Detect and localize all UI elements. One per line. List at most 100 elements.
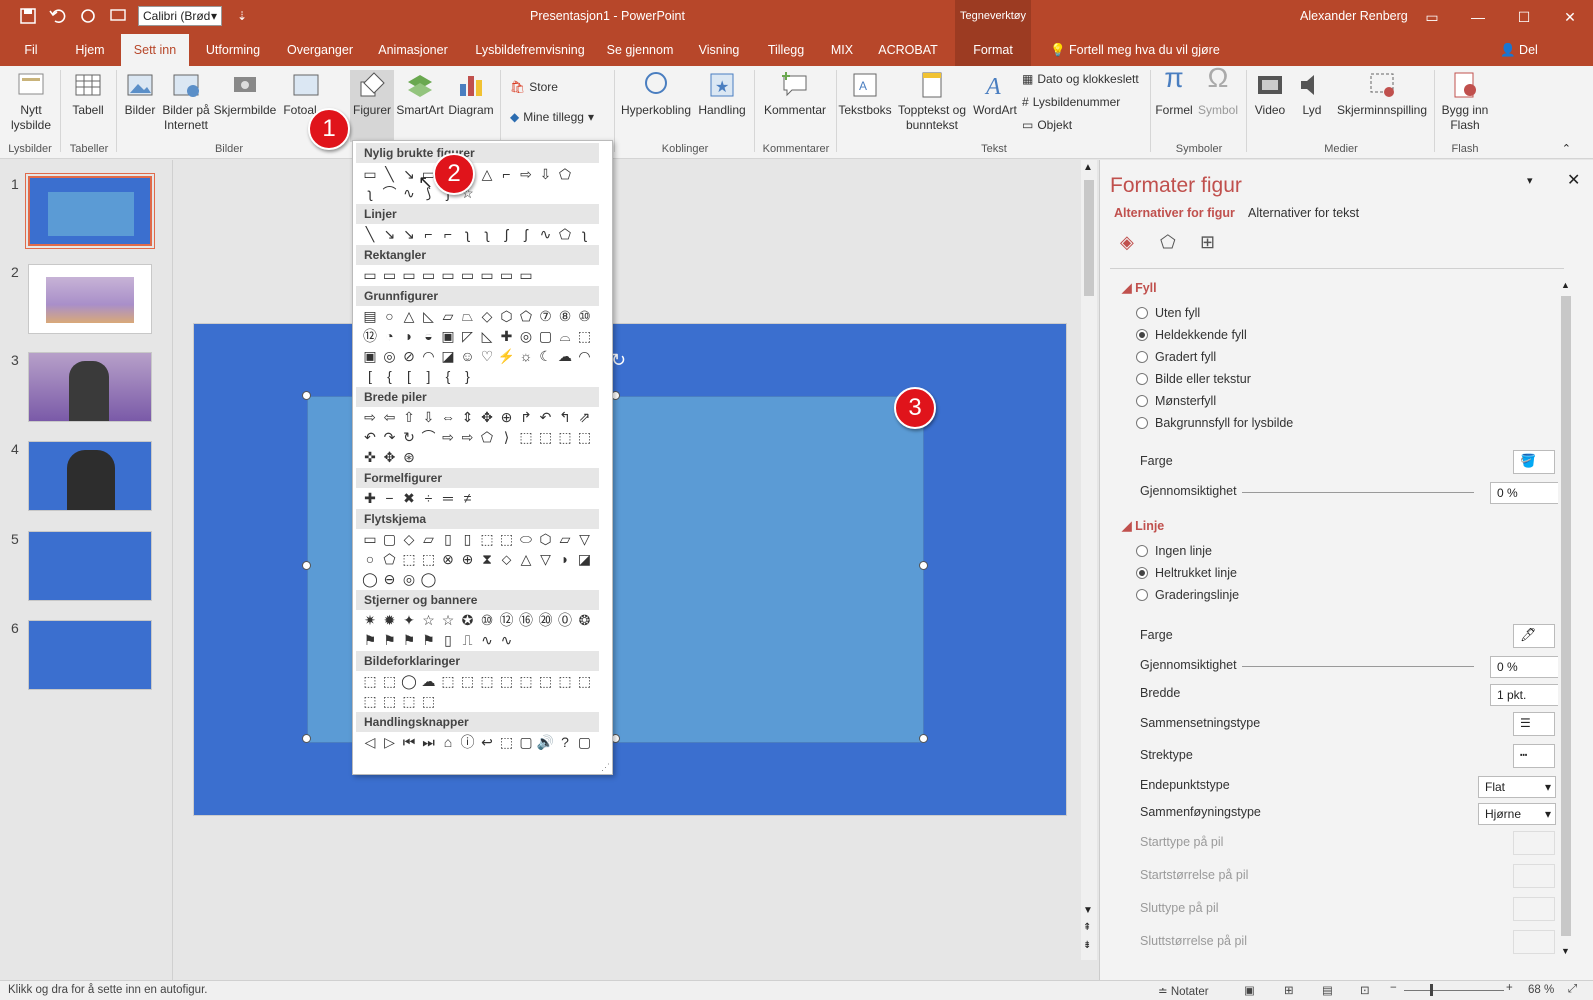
shape-gallery-item[interactable]: ❂ [576, 611, 594, 629]
screen-recording-button[interactable]: Skjerminnspilling [1334, 70, 1430, 118]
shape-gallery-item[interactable]: ⬚ [478, 672, 496, 690]
close-pane-icon[interactable]: ✕ [1567, 170, 1580, 190]
shape-gallery-item[interactable]: ⬚ [556, 428, 574, 446]
smartart-button[interactable]: SmartArt [394, 70, 446, 118]
shape-gallery-item[interactable]: ▢ [517, 733, 535, 751]
radio-gradient-line[interactable]: Graderingslinje [1136, 588, 1239, 602]
shape-gallery-item[interactable]: ⑯ [517, 611, 535, 629]
shape-gallery-item[interactable]: ✚ [361, 489, 379, 507]
radio-background-fill[interactable]: Bakgrunnsfyll for lysbilde [1136, 416, 1293, 430]
shape-gallery-item[interactable]: ⬠ [517, 307, 535, 325]
shape-gallery-item[interactable]: ⚡ [498, 347, 516, 365]
shape-gallery-item[interactable]: ⏮ [400, 733, 418, 751]
scroll-up-icon[interactable]: ▲ [1561, 280, 1570, 290]
shape-gallery-item[interactable]: ⬚ [498, 733, 516, 751]
shape-gallery-item[interactable]: ∿ [498, 631, 516, 649]
shape-gallery-item[interactable]: ⑦ [537, 307, 555, 325]
tab-hjem[interactable]: Hjem [68, 34, 112, 66]
shape-gallery-item[interactable]: ⌒ [420, 428, 438, 446]
pane-options-icon[interactable]: ▾ [1527, 174, 1533, 187]
scroll-up-icon[interactable]: ▲ [1083, 162, 1093, 173]
shape-gallery-item[interactable]: △ [517, 550, 535, 568]
shape-gallery-item[interactable]: [ [400, 367, 418, 385]
shape-gallery-item[interactable]: ☾ [537, 347, 555, 365]
shape-gallery-item[interactable]: { [381, 367, 399, 385]
shape-gallery-item[interactable]: ▭ [381, 266, 399, 284]
shape-gallery-item[interactable]: { [439, 367, 457, 385]
tab-lysbildefremvisning[interactable]: Lysbildefremvisning [470, 34, 590, 66]
radio-gradient-fill[interactable]: Gradert fyll [1136, 350, 1216, 364]
shape-gallery-item[interactable]: ☆ [420, 611, 438, 629]
shape-gallery-item[interactable]: ↶ [537, 408, 555, 426]
shape-gallery-item[interactable]: ═ [439, 489, 457, 507]
shape-gallery-item[interactable]: ∿ [478, 631, 496, 649]
shape-gallery-item[interactable]: ∿ [400, 184, 418, 202]
shape-gallery-item[interactable]: ⇔ [439, 408, 457, 426]
shape-gallery-item[interactable]: ◇ [400, 530, 418, 548]
shape-gallery-item[interactable]: ╲ [361, 225, 379, 243]
shape-gallery-item[interactable]: ⬚ [400, 692, 418, 710]
shape-gallery-item[interactable]: ↰ [556, 408, 574, 426]
zoom-slider-thumb[interactable] [1430, 984, 1433, 996]
shape-gallery-item[interactable]: ◇ [478, 307, 496, 325]
size-properties-icon[interactable]: ⊞ [1200, 232, 1215, 253]
normal-view-icon[interactable]: ▣ [1244, 983, 1255, 997]
shape-gallery-item[interactable]: ▯ [459, 530, 477, 548]
shape-gallery-item[interactable]: ▤ [361, 307, 379, 325]
shape-gallery-item[interactable]: ⬚ [576, 428, 594, 446]
next-slide-icon[interactable]: ⇟ [1083, 940, 1091, 951]
shape-gallery-item[interactable]: ✜ [361, 448, 379, 466]
shape-gallery-item[interactable]: ⇩ [537, 165, 555, 183]
rotate-handle-icon[interactable]: ↻ [611, 350, 626, 371]
action-button[interactable]: ★ Handling [696, 70, 748, 118]
tab-text-options[interactable]: Alternativer for tekst [1248, 206, 1359, 220]
shape-gallery-item[interactable]: ⇧ [400, 408, 418, 426]
shape-gallery-item[interactable]: ⓘ [459, 733, 477, 751]
screenshot-button[interactable]: Skjermbilde [212, 70, 278, 118]
shape-gallery-item[interactable]: ⌂ [439, 733, 457, 751]
share-button[interactable]: 👤 Del [1500, 43, 1538, 58]
shape-gallery-item[interactable]: ∿ [537, 225, 555, 243]
save-icon[interactable] [18, 6, 38, 26]
redo-icon[interactable] [78, 6, 98, 26]
audio-button[interactable]: Lyd [1292, 70, 1332, 118]
join-type-dropdown[interactable]: Hjørne ▾ [1478, 803, 1556, 825]
shape-gallery-item[interactable]: ▽ [537, 550, 555, 568]
shape-gallery-item[interactable]: △ [400, 307, 418, 325]
shape-gallery-item[interactable]: ] [420, 367, 438, 385]
shape-gallery-item[interactable]: ʅ [478, 225, 496, 243]
line-transparency-slider[interactable] [1242, 666, 1474, 667]
comment-button[interactable]: Kommentar [760, 70, 830, 118]
shape-gallery-item[interactable]: ▢ [381, 530, 399, 548]
zoom-slider[interactable] [1404, 990, 1504, 991]
slide-thumbnail[interactable] [28, 352, 152, 422]
shape-gallery-item[interactable]: ⇗ [576, 408, 594, 426]
undo-icon[interactable] [48, 6, 68, 26]
shape-gallery-item[interactable]: ⓪ [556, 611, 574, 629]
scroll-thumb[interactable] [1084, 180, 1094, 296]
vertical-scrollbar[interactable]: ▲ ▼ ⇞ ⇟ [1081, 160, 1097, 960]
shape-gallery-item[interactable]: ↩ [478, 733, 496, 751]
shape-gallery-item[interactable]: ⬚ [361, 692, 379, 710]
shape-gallery-item[interactable]: ☁ [420, 672, 438, 690]
reading-view-icon[interactable]: ▤ [1322, 983, 1333, 997]
fill-transparency-input[interactable]: 0 % [1490, 482, 1562, 504]
shape-gallery-item[interactable]: ⬡ [537, 530, 555, 548]
shape-gallery-item[interactable]: ▽ [576, 530, 594, 548]
date-time-button[interactable]: ▦ Dato og klokkeslett [1022, 72, 1139, 86]
shape-gallery-item[interactable]: ⇨ [517, 165, 535, 183]
tell-me-search[interactable]: 💡 Fortell meg hva du vil gjøre [1050, 43, 1220, 58]
shape-gallery-item[interactable]: ⚑ [420, 631, 438, 649]
tab-utforming[interactable]: Utforming [200, 34, 266, 66]
shape-gallery-item[interactable]: △ [478, 165, 496, 183]
notes-button[interactable]: ≐ Notater [1158, 984, 1209, 998]
begin-arrow-size-dropdown[interactable] [1513, 864, 1555, 888]
shape-gallery-item[interactable]: ⌐ [420, 225, 438, 243]
shape-gallery-item[interactable]: ⇕ [459, 408, 477, 426]
slide-thumbnail[interactable] [28, 441, 152, 511]
effects-icon[interactable]: ⬠ [1160, 232, 1176, 253]
shape-gallery-item[interactable]: ⟩ [498, 428, 516, 446]
shape-gallery-item[interactable]: ╲ [381, 165, 399, 183]
shape-gallery-item[interactable]: ◎ [400, 570, 418, 588]
zoom-out-icon[interactable]: − [1390, 982, 1397, 994]
